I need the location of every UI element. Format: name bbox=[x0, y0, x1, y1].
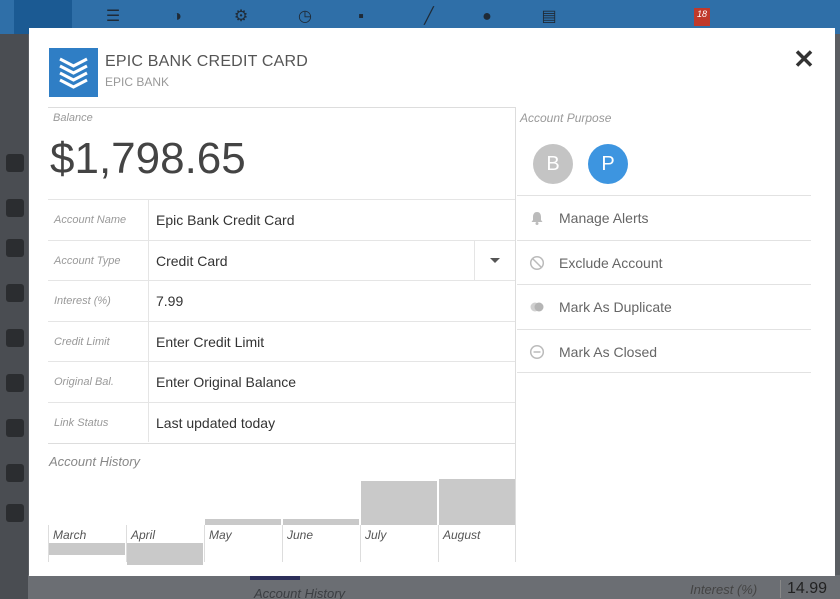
nav-gauge-icon[interactable]: ● bbox=[478, 8, 496, 26]
field-row: Credit Limit Enter Credit Limit bbox=[48, 320, 515, 362]
purpose-personal-button[interactable]: P bbox=[588, 144, 628, 184]
account-actions-panel: Account Purpose B P Manage Alerts Exclud… bbox=[517, 107, 811, 562]
background-interest-label: Interest (%) bbox=[690, 582, 758, 597]
app-left-bar bbox=[0, 34, 28, 599]
history-bar bbox=[205, 518, 281, 525]
nav-clock-icon[interactable]: ◷ bbox=[296, 8, 314, 26]
field-row: Original Bal. Enter Original Balance bbox=[48, 361, 515, 402]
nav-briefcase-icon[interactable]: ▪ bbox=[352, 8, 370, 26]
purpose-business-button[interactable]: B bbox=[533, 144, 573, 184]
history-month-cell bbox=[48, 525, 49, 562]
account-title: EPIC BANK CREDIT CARD bbox=[105, 53, 309, 70]
account-details-modal: EPIC BANK CREDIT CARD EPIC BANK ✕ Balanc… bbox=[29, 28, 835, 576]
account-name-input[interactable]: Epic Bank Credit Card bbox=[156, 200, 295, 240]
field-label: Account Name bbox=[48, 200, 149, 240]
chevron-down-icon bbox=[490, 257, 500, 263]
bell-icon bbox=[531, 212, 543, 225]
side-icon[interactable] bbox=[6, 504, 24, 522]
credit-limit-input[interactable]: Enter Credit Limit bbox=[156, 322, 264, 362]
field-label: Account Type bbox=[48, 240, 149, 280]
field-row: Interest (%) 7.99 bbox=[48, 280, 515, 321]
nav-list-icon[interactable]: ☰ bbox=[104, 8, 122, 26]
mark-duplicate-button[interactable]: Mark As Duplicate bbox=[517, 284, 811, 329]
side-icon[interactable] bbox=[6, 419, 24, 437]
history-month-cell bbox=[126, 525, 127, 562]
history-month-cell bbox=[204, 525, 205, 562]
action-label: Exclude Account bbox=[559, 254, 663, 271]
account-purpose-label: Account Purpose bbox=[520, 111, 612, 125]
bank-logo bbox=[49, 48, 98, 97]
field-label: Link Status bbox=[48, 402, 149, 442]
field-label: Interest (%) bbox=[48, 281, 149, 321]
link-status-value: Last updated today bbox=[156, 414, 276, 431]
history-bar bbox=[361, 481, 437, 525]
action-label: Mark As Duplicate bbox=[559, 299, 672, 315]
history-bar bbox=[439, 479, 515, 525]
background-account-history: Account History bbox=[254, 586, 346, 599]
field-label: Credit Limit bbox=[48, 321, 149, 361]
history-bar bbox=[49, 543, 125, 555]
side-icon[interactable] bbox=[6, 329, 24, 347]
side-icon[interactable] bbox=[6, 284, 24, 302]
history-month-label: March bbox=[53, 528, 87, 542]
balance-value: $1,798.65 bbox=[50, 134, 246, 183]
balance-label: Balance bbox=[53, 112, 93, 124]
field-row: Account Name Epic Bank Credit Card bbox=[48, 199, 515, 240]
side-icon[interactable] bbox=[6, 239, 24, 257]
chevron-stack-icon bbox=[59, 57, 88, 89]
history-month-label: June bbox=[287, 528, 314, 542]
history-month-cell bbox=[282, 525, 283, 562]
nav-chart-icon[interactable]: ╱ bbox=[420, 8, 438, 26]
account-history-title: Account History bbox=[48, 443, 515, 469]
field-label: Original Bal. bbox=[48, 362, 149, 402]
original-balance-input[interactable]: Enter Original Balance bbox=[156, 362, 296, 402]
side-icon[interactable] bbox=[6, 199, 24, 217]
history-bar bbox=[127, 543, 203, 566]
nav-calendar-icon[interactable]: 18 bbox=[694, 8, 710, 26]
bank-name: EPIC BANK bbox=[105, 75, 170, 89]
history-month-cell bbox=[360, 525, 361, 562]
nav-calendar-small-icon[interactable]: ▤ bbox=[540, 8, 558, 26]
nav-settings-icon[interactable]: ⚙ bbox=[232, 8, 250, 26]
interest-input[interactable]: 7.99 bbox=[156, 281, 183, 321]
history-month-label: August bbox=[443, 528, 481, 542]
account-info-panel: Balance $1,798.65 Account Name Epic Bank… bbox=[48, 107, 516, 566]
action-list: Manage Alerts Exclude Account Mark As Du… bbox=[517, 195, 811, 373]
history-month-label: May bbox=[209, 528, 232, 542]
background-accent bbox=[250, 576, 300, 580]
background-interest-value: 14.99 bbox=[780, 580, 827, 598]
history-month-label: April bbox=[131, 528, 156, 542]
exclude-account-button[interactable]: Exclude Account bbox=[517, 239, 811, 285]
action-label: Manage Alerts bbox=[559, 210, 649, 226]
modal-header: EPIC BANK CREDIT CARD EPIC BANK ✕ bbox=[29, 28, 835, 108]
close-icon[interactable]: ✕ bbox=[791, 46, 817, 72]
history-month-cell bbox=[438, 525, 439, 562]
history-bar bbox=[283, 518, 359, 525]
field-row: Link Status Last updated today bbox=[48, 401, 515, 442]
manage-alerts-button[interactable]: Manage Alerts bbox=[517, 195, 811, 240]
side-icon[interactable] bbox=[6, 154, 24, 172]
nav-pie-icon[interactable]: ◑ bbox=[168, 8, 186, 26]
duplicate-icon bbox=[530, 302, 544, 312]
account-fields: Account Name Epic Bank Credit Card Accou… bbox=[48, 199, 515, 442]
account-type-select[interactable]: Credit Card bbox=[156, 241, 228, 281]
side-icon[interactable] bbox=[6, 464, 24, 482]
field-row: Account Type Credit Card bbox=[48, 239, 515, 281]
dropdown-toggle[interactable] bbox=[474, 240, 515, 280]
minus-circle-icon bbox=[529, 344, 545, 359]
mark-closed-button[interactable]: Mark As Closed bbox=[517, 328, 811, 373]
side-icon[interactable] bbox=[6, 374, 24, 392]
prohibited-icon bbox=[529, 255, 545, 270]
action-label: Mark As Closed bbox=[559, 343, 658, 360]
history-month-label: July bbox=[365, 528, 387, 542]
